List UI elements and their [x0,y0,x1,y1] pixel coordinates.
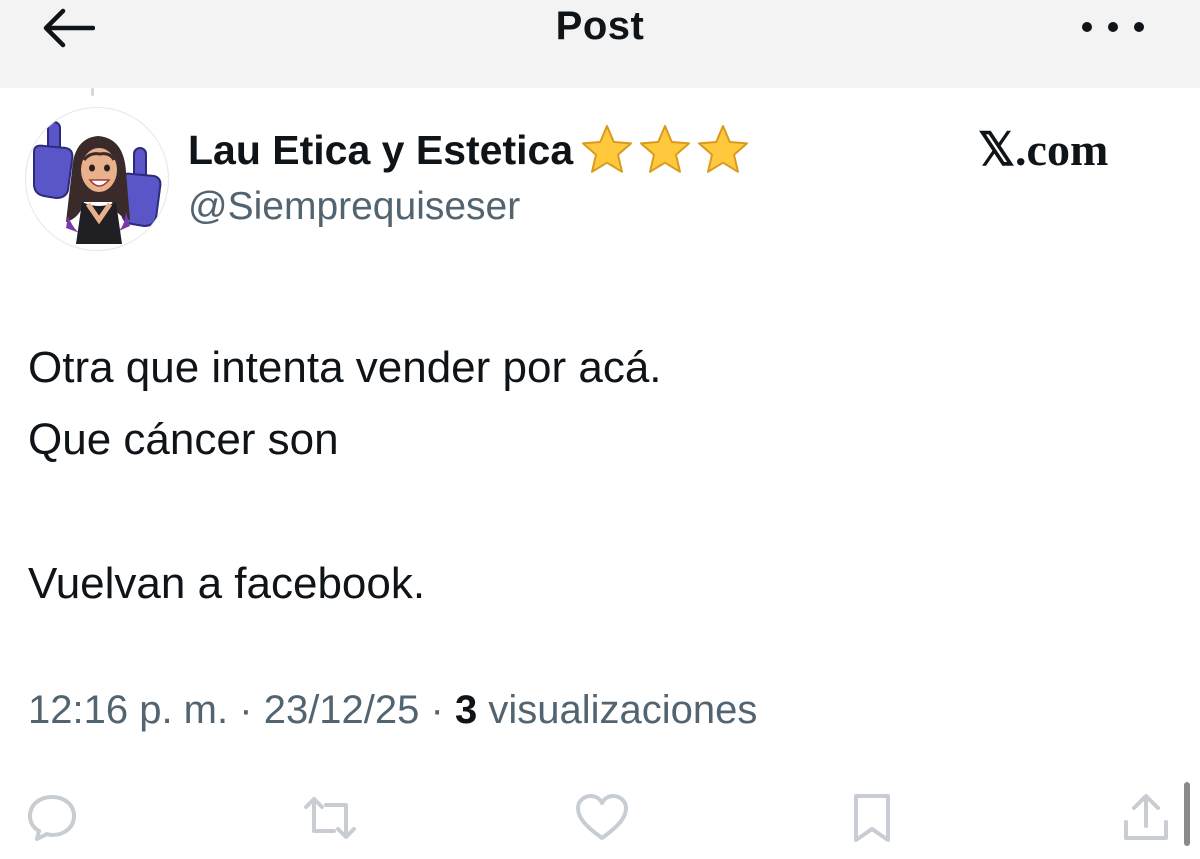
star-emojis [579,123,753,177]
author-display-name[interactable]: Lau Etica y Estetica [188,127,573,174]
star-icon [640,125,691,173]
action-bar [0,790,1200,846]
author-name-row[interactable]: Lau Etica y Estetica [188,122,753,178]
share-icon [1124,794,1168,840]
post-text: Otra que intenta vender por acá. Que cán… [28,343,662,608]
views-label: visualizaciones [488,688,758,732]
repost-button[interactable] [300,790,360,846]
more-options-button[interactable] [1082,12,1144,42]
thread-connector [91,88,94,96]
page-title: Post [555,4,645,48]
meta-separator: · [239,688,253,732]
bookmark-button[interactable] [842,790,902,846]
avatar[interactable] [25,107,169,251]
bitmoji-avatar-icon [33,121,162,244]
post-date[interactable]: 23/12/25 [264,688,420,732]
star-icon [582,125,633,173]
reply-button[interactable] [22,790,82,846]
more-horizontal-icon [1082,22,1092,32]
x-com-watermark: 𝕏.com [978,124,1109,175]
top-bar: Post [0,0,1200,88]
meta-separator: · [430,688,444,732]
scrollbar[interactable] [1184,782,1190,846]
star-icon [698,125,749,173]
share-button[interactable] [1116,790,1176,846]
heart-icon [576,794,628,840]
author-handle[interactable]: @Siemprequiseser [188,185,520,229]
bookmark-icon [854,794,890,842]
post-metadata: 12:16 p. m. · 23/12/25 · 3 visualizacion… [28,688,757,733]
repost-icon [304,797,356,839]
like-button[interactable] [572,790,632,846]
comment-icon [28,795,76,841]
views-count: 3 [454,688,478,732]
post-time[interactable]: 12:16 p. m. [28,688,228,732]
